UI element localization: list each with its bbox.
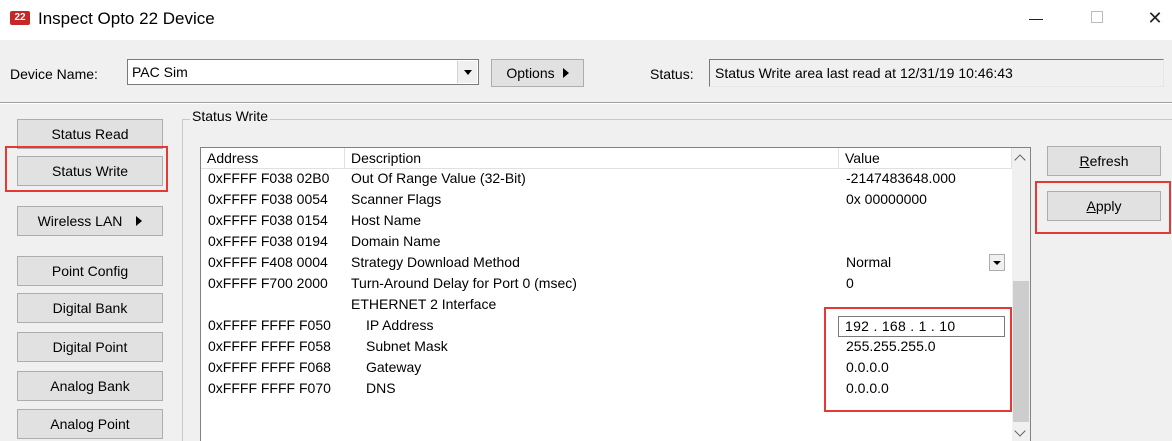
- title-bar: 22 Inspect Opto 22 Device ✕: [0, 0, 1172, 40]
- row-value: -2147483648.000: [846, 170, 956, 186]
- status-value: Status Write area last read at 12/31/19 …: [715, 65, 1013, 81]
- dialog-body: Device Name: PAC Sim Options Status: Sta…: [0, 40, 1172, 441]
- nav-analog-bank-button[interactable]: Analog Bank: [17, 371, 163, 401]
- nav-label: Digital Point: [52, 339, 128, 355]
- chevron-up-icon[interactable]: [1012, 148, 1030, 168]
- row-address: 0xFFFF F038 0194: [208, 233, 328, 249]
- refresh-label: efresh: [1089, 153, 1129, 169]
- table-row[interactable]: 0xFFFF F038 02B0 Out Of Range Value (32-…: [201, 169, 1012, 190]
- close-icon: ✕: [1147, 8, 1163, 28]
- row-address: 0xFFFF FFFF F050: [208, 317, 331, 333]
- chevron-down-icon[interactable]: [457, 61, 477, 83]
- row-description: Domain Name: [351, 233, 441, 249]
- row-address: 0xFFFF F700 2000: [208, 275, 328, 291]
- row-address: 0xFFFF F408 0004: [208, 254, 328, 270]
- row-description: Out Of Range Value (32-Bit): [351, 170, 526, 186]
- table-row[interactable]: 0xFFFF F038 0154 Host Name: [201, 211, 1012, 232]
- nav-label: Analog Point: [50, 416, 130, 432]
- nav-wireless-lan-button[interactable]: Wireless LAN: [17, 206, 163, 236]
- device-name-label: Device Name:: [10, 66, 98, 82]
- minimize-icon: [1029, 19, 1043, 20]
- row-description: DNS: [366, 380, 396, 396]
- nav-point-config-button[interactable]: Point Config: [17, 256, 163, 286]
- nav-analog-point-button[interactable]: Analog Point: [17, 409, 163, 439]
- device-name-value: PAC Sim: [132, 64, 188, 80]
- strategy-download-select[interactable]: Normal: [838, 254, 1005, 273]
- nav-label: Wireless LAN: [37, 213, 123, 229]
- nav-label: Analog Bank: [50, 378, 130, 394]
- nav-status-read-button[interactable]: Status Read: [17, 119, 163, 149]
- nav-label: Digital Bank: [52, 300, 128, 316]
- row-address: 0xFFFF FFFF F058: [208, 338, 331, 354]
- refresh-accel: R: [1079, 153, 1090, 169]
- status-field: Status Write area last read at 12/31/19 …: [709, 59, 1164, 87]
- options-button[interactable]: Options: [491, 59, 584, 87]
- table-row[interactable]: 0xFFFF F408 0004 Strategy Download Metho…: [201, 253, 1012, 274]
- row-address: 0xFFFF F038 02B0: [208, 170, 330, 186]
- status-write-highlight: [5, 146, 168, 192]
- row-description: Scanner Flags: [351, 191, 442, 207]
- row-description: Gateway: [366, 359, 422, 375]
- status-label: Status:: [650, 66, 694, 82]
- row-value: 0: [846, 275, 854, 291]
- row-address: 0xFFFF FFFF F068: [208, 359, 331, 375]
- column-header-description[interactable]: Description: [345, 148, 839, 169]
- triangle-right-icon: [136, 216, 143, 226]
- row-description: Turn-Around Delay for Port 0 (msec): [351, 275, 577, 291]
- table-row[interactable]: 0xFFFF F700 2000 Turn-Around Delay for P…: [201, 274, 1012, 295]
- row-address: 0xFFFF F038 0054: [208, 191, 328, 207]
- nav-digital-bank-button[interactable]: Digital Bank: [17, 293, 163, 323]
- row-value: 0x 00000000: [846, 191, 927, 207]
- nav-digital-point-button[interactable]: Digital Point: [17, 332, 163, 362]
- triangle-right-icon: [562, 68, 569, 78]
- row-description: IP Address: [366, 317, 434, 333]
- row-description: Host Name: [351, 212, 422, 228]
- column-header-address[interactable]: Address: [201, 148, 345, 169]
- header-separator: [0, 102, 1172, 104]
- network-values-highlight: [824, 307, 1012, 412]
- window-title: Inspect Opto 22 Device: [38, 9, 215, 28]
- column-header-value[interactable]: Value: [839, 148, 1012, 169]
- apply-highlight: [1035, 181, 1171, 234]
- maximize-icon: [1091, 11, 1103, 23]
- chevron-down-icon[interactable]: [989, 254, 1005, 271]
- minimize-button[interactable]: [1013, 2, 1059, 34]
- close-button[interactable]: ✕: [1132, 2, 1172, 34]
- row-description: ETHERNET 2 Interface: [351, 296, 497, 312]
- table-scrollbar[interactable]: [1012, 148, 1030, 441]
- group-title: Status Write: [190, 108, 270, 124]
- scrollbar-thumb[interactable]: [1013, 281, 1029, 422]
- table-row[interactable]: 0xFFFF F038 0054 Scanner Flags 0x 000000…: [201, 190, 1012, 211]
- device-name-select[interactable]: PAC Sim: [127, 59, 479, 85]
- row-address: 0xFFFF FFFF F070: [208, 380, 331, 396]
- table-row[interactable]: 0xFFFF F038 0194 Domain Name: [201, 232, 1012, 253]
- refresh-button[interactable]: Refresh: [1047, 146, 1161, 176]
- row-description: Subnet Mask: [366, 338, 448, 354]
- row-description: Strategy Download Method: [351, 254, 520, 270]
- nav-label: Point Config: [51, 263, 129, 279]
- app-icon: 22: [10, 11, 30, 25]
- row-address: 0xFFFF F038 0154: [208, 212, 328, 228]
- nav-label: Status Read: [51, 126, 129, 142]
- chevron-down-icon[interactable]: [1012, 424, 1030, 441]
- row-value: Normal: [846, 254, 892, 270]
- table-header: Address Description Value: [201, 148, 1012, 169]
- maximize-button[interactable]: [1075, 2, 1121, 34]
- options-label: Options: [506, 65, 555, 81]
